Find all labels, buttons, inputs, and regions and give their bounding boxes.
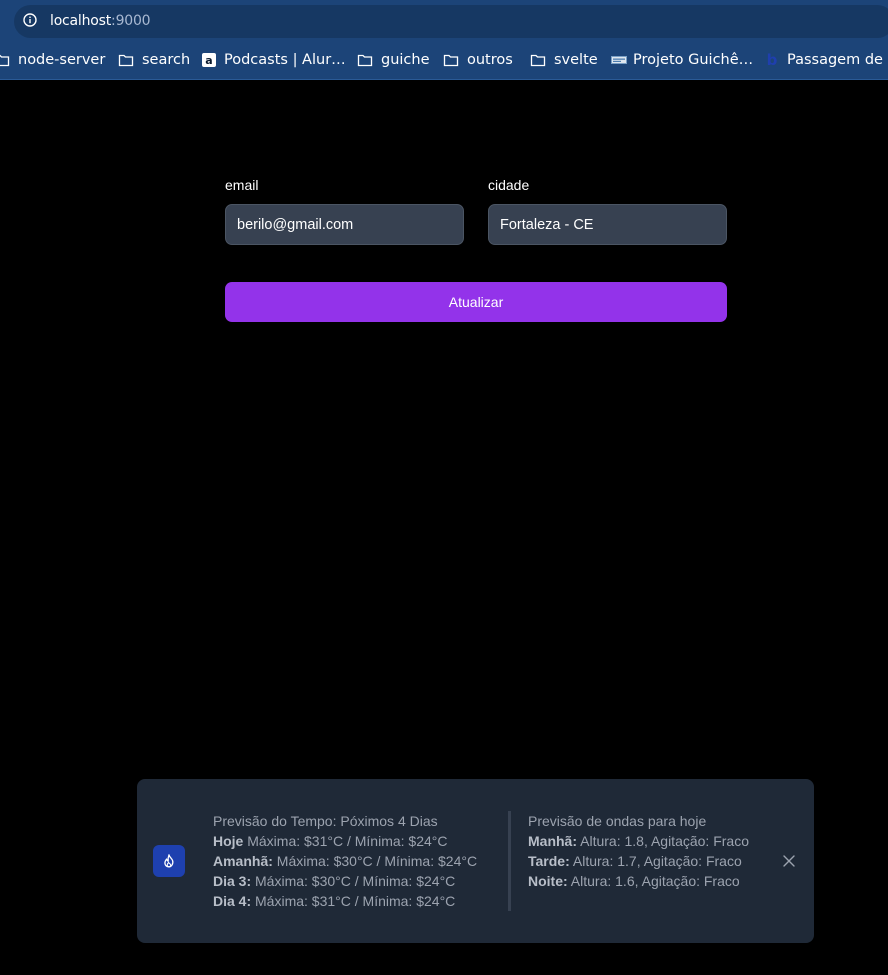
bookmark-label: Podcasts | Alur… [224, 52, 346, 68]
weather-title: Previsão do Tempo: Póximos 4 Dias [213, 813, 438, 829]
bookmark-podcasts[interactable]: a Podcasts | Alur… [202, 50, 346, 70]
folder-icon [118, 54, 134, 67]
day-label: Dia 4: [213, 893, 252, 909]
bookmark-search[interactable]: search [118, 50, 190, 70]
page-favicon [611, 56, 627, 64]
url-host: localhost [50, 13, 112, 29]
wave-title: Previsão de ondas para hoje [528, 813, 707, 829]
browser-address-bar: localhost:9000 [0, 0, 888, 42]
wave-period: Manhã: Altura: 1.8, Agitação: Fraco [528, 831, 749, 851]
bookmark-svelte[interactable]: svelte [530, 50, 598, 70]
wave-period: Tarde: Altura: 1.7, Agitação: Fraco [528, 851, 749, 871]
weather-day: Dia 4: Máxima: $31°C / Mínima: $24°C [213, 891, 477, 911]
update-button[interactable]: Atualizar [225, 282, 727, 322]
bookmark-projeto-guiche[interactable]: Projeto Guichê… [611, 50, 753, 70]
weather-forecast: Previsão do Tempo: Póximos 4 Dias Hoje M… [213, 811, 477, 911]
day-label: Hoje [213, 833, 244, 849]
bookmark-guiche[interactable]: guiche [357, 50, 430, 70]
bookmark-label: node-server [18, 52, 106, 68]
wave-forecast: Previsão de ondas para hoje Manhã: Altur… [528, 811, 749, 891]
bookmark-node-server[interactable]: node-server [0, 50, 105, 70]
url-text[interactable]: localhost:9000 [50, 13, 151, 29]
bookmarks-bar: node-server search a Podcasts | Alur… gu… [0, 42, 888, 80]
toast-divider [508, 811, 511, 911]
day-text: Máxima: $31°C / Mínima: $24°C [255, 893, 456, 909]
weather-day: Dia 3: Máxima: $30°C / Mínima: $24°C [213, 871, 477, 891]
period-label: Tarde: [528, 853, 570, 869]
weather-day: Amanhã: Máxima: $30°C / Mínima: $24°C [213, 851, 477, 871]
bookmark-label: svelte [554, 52, 598, 68]
day-text: Máxima: $30°C / Mínima: $24°C [255, 873, 456, 889]
bookmark-label: outros [467, 52, 513, 68]
day-label: Dia 3: [213, 873, 252, 889]
bookmark-label: Projeto Guichê… [633, 52, 754, 68]
email-field[interactable] [225, 204, 464, 245]
url-port: :9000 [111, 13, 151, 29]
email-label: email [225, 177, 259, 193]
day-text: Máxima: $30°C / Mínima: $24°C [276, 853, 478, 869]
folder-icon [357, 54, 373, 67]
period-text: Altura: 1.6, Agitação: Fraco [570, 873, 740, 889]
folder-icon [530, 54, 546, 67]
city-label: cidade [488, 177, 530, 193]
folder-icon [0, 54, 10, 67]
b-favicon: b [766, 51, 778, 69]
folder-icon [443, 54, 459, 67]
bookmark-label: guiche [381, 52, 430, 68]
alura-favicon: a [202, 53, 216, 67]
period-label: Noite: [528, 873, 568, 889]
period-label: Manhã: [528, 833, 577, 849]
day-label: Amanhã: [213, 853, 273, 869]
fire-icon [153, 845, 185, 877]
wave-period: Noite: Altura: 1.6, Agitação: Fraco [528, 871, 749, 891]
bookmark-outros[interactable]: outros [443, 50, 513, 70]
period-text: Altura: 1.8, Agitação: Fraco [580, 833, 749, 849]
city-field[interactable] [488, 204, 727, 245]
forecast-toast: Previsão do Tempo: Póximos 4 Dias Hoje M… [137, 779, 814, 943]
weather-day: Hoje Máxima: $31°C / Mínima: $24°C [213, 831, 477, 851]
bookmark-label: Passagem de ô… [787, 52, 888, 68]
bookmark-passagem[interactable]: b Passagem de ô… [765, 50, 888, 70]
day-text: Máxima: $31°C / Mínima: $24°C [247, 833, 448, 849]
info-icon[interactable] [23, 13, 37, 27]
period-text: Altura: 1.7, Agitação: Fraco [572, 853, 742, 869]
bookmark-label: search [142, 52, 191, 68]
close-icon[interactable] [781, 853, 797, 869]
